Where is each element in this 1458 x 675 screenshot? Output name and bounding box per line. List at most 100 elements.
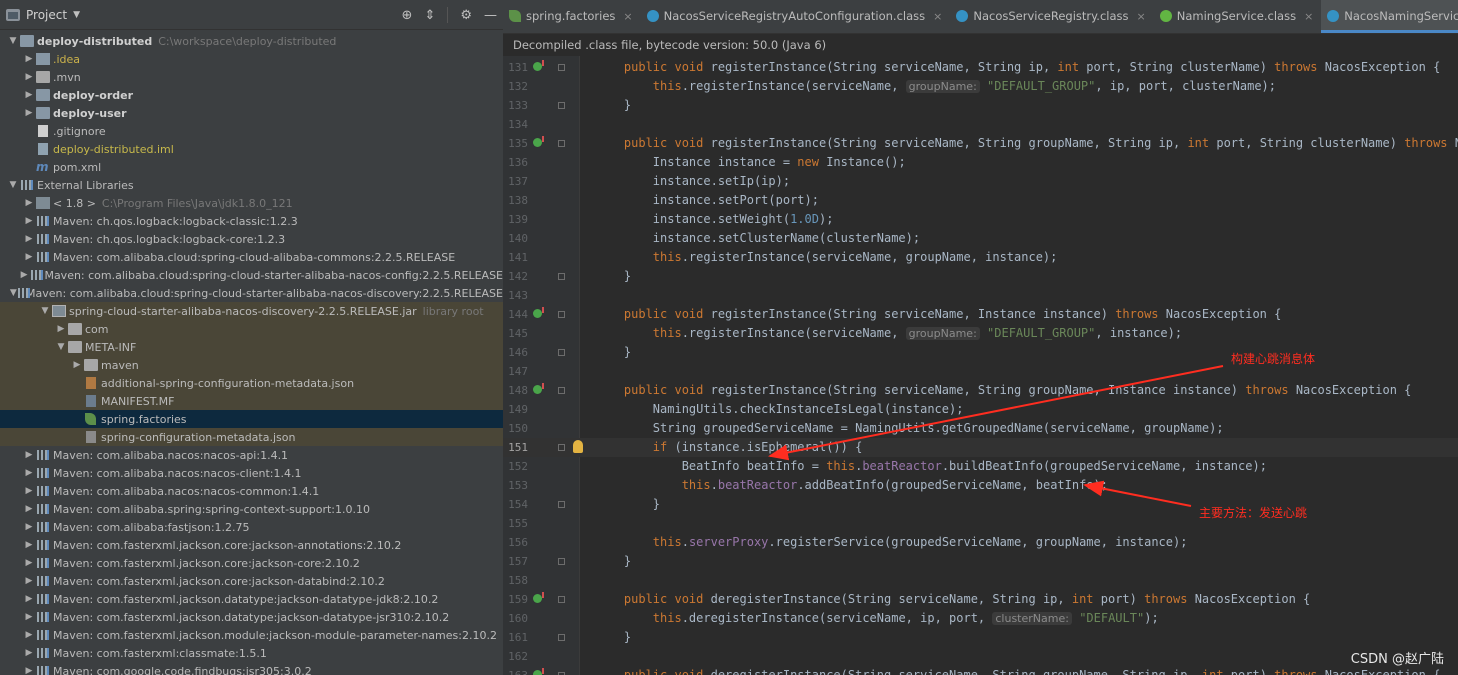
editor-tab[interactable]: NacosServiceRegistry.class × [950, 0, 1153, 33]
tree-item[interactable]: ▶ Maven: com.fasterxml.jackson.core:jacks… [0, 554, 503, 572]
close-icon[interactable]: × [623, 10, 632, 23]
tree-item[interactable]: deploy-distributed.iml [0, 140, 503, 158]
chevron-right-icon[interactable]: ▶ [22, 630, 36, 640]
tree-item[interactable]: ▶ Maven: com.fasterxml.jackson.datatype:j… [0, 590, 503, 608]
tree-item[interactable]: ▶ .mvn [0, 68, 503, 86]
tree-item[interactable]: ▶ Maven: com.alibaba:fastjson:1.2.75 [0, 518, 503, 536]
tree-item[interactable]: ▶ com [0, 320, 503, 338]
tree-item[interactable]: ▼ Maven: com.alibaba.cloud:spring-cloud-s… [0, 284, 503, 302]
chevron-right-icon[interactable]: ▶ [22, 486, 36, 496]
fold-marker-icon[interactable] [558, 444, 565, 451]
chevron-right-icon[interactable]: ▶ [54, 324, 68, 334]
chevron-down-icon[interactable]: ▼ [6, 36, 20, 46]
locate-icon[interactable]: ⊕ [402, 8, 413, 23]
editor-tab[interactable]: NamingService.class × [1154, 0, 1322, 33]
tree-item[interactable]: m pom.xml [0, 158, 503, 176]
implements-method-icon[interactable] [533, 592, 544, 603]
tree-item[interactable]: ▼ spring-cloud-starter-alibaba-nacos-disc… [0, 302, 503, 320]
chevron-right-icon[interactable]: ▶ [22, 648, 36, 658]
tree-item[interactable]: ▶ Maven: com.fasterxml.jackson.module:jac… [0, 626, 503, 644]
fold-marker-icon[interactable] [558, 102, 565, 109]
chevron-right-icon[interactable]: ▶ [22, 666, 36, 675]
tree-item[interactable]: ▼ META-INF [0, 338, 503, 356]
chevron-down-icon[interactable]: ▼ [6, 180, 20, 190]
fold-marker-icon[interactable] [558, 311, 565, 318]
tree-item[interactable]: ▶ Maven: com.alibaba.cloud:spring-cloud-a… [0, 248, 503, 266]
close-icon[interactable]: × [1304, 10, 1313, 23]
editor-tab[interactable]: NacosServiceRegistryAutoConfiguration.cl… [641, 0, 951, 33]
tree-item[interactable]: ▶ Maven: com.fasterxml.jackson.core:jacks… [0, 536, 503, 554]
chevron-right-icon[interactable]: ▶ [22, 90, 36, 100]
close-icon[interactable]: × [933, 10, 942, 23]
chevron-right-icon[interactable]: ▶ [70, 360, 84, 370]
fold-marker-icon[interactable] [558, 64, 565, 71]
tree-item[interactable]: ▶ Maven: com.alibaba.nacos:nacos-client:1… [0, 464, 503, 482]
project-view-selector[interactable]: Project [26, 8, 67, 22]
tree-item[interactable]: ▶ Maven: com.alibaba.nacos:nacos-api:1.4.… [0, 446, 503, 464]
tree-item[interactable]: additional-spring-configuration-metadata… [0, 374, 503, 392]
chevron-down-icon[interactable]: ▼ [38, 306, 52, 316]
chevron-right-icon[interactable]: ▶ [22, 612, 36, 622]
chevron-right-icon[interactable]: ▶ [18, 270, 30, 280]
implements-method-icon[interactable] [533, 60, 544, 71]
tree-item[interactable]: ▶ maven [0, 356, 503, 374]
chevron-right-icon[interactable]: ▶ [22, 216, 36, 226]
tree-item[interactable]: ▶ Maven: com.alibaba.cloud:spring-cloud-s… [0, 266, 503, 284]
collapse-all-icon[interactable]: ⇕ [424, 8, 435, 23]
lightbulb-icon[interactable] [573, 440, 583, 453]
fold-marker-icon[interactable] [558, 596, 565, 603]
minimize-icon[interactable]: — [484, 8, 497, 23]
tree-item[interactable]: ▶ Maven: com.fasterxml:classmate:1.5.1 [0, 644, 503, 662]
tree-item[interactable]: .gitignore [0, 122, 503, 140]
tree-item[interactable]: ▼ deploy-distributed C:\workspace\deploy-d… [0, 32, 503, 50]
chevron-right-icon[interactable]: ▶ [22, 594, 36, 604]
chevron-down-icon[interactable]: ▼ [10, 288, 17, 298]
chevron-right-icon[interactable]: ▶ [22, 504, 36, 514]
chevron-right-icon[interactable]: ▶ [22, 576, 36, 586]
fold-marker-icon[interactable] [558, 273, 565, 280]
editor-tab[interactable]: NacosNamingService.class× [1321, 0, 1458, 33]
tree-item[interactable]: spring-configuration-metadata.json [0, 428, 503, 446]
tree-item[interactable]: ▶ < 1.8 > C:\Program Files\Java\jdk1.8.0_1… [0, 194, 503, 212]
gear-icon[interactable]: ⚙ [460, 8, 472, 23]
fold-marker-icon[interactable] [558, 349, 565, 356]
chevron-right-icon[interactable]: ▶ [22, 198, 36, 208]
chevron-right-icon[interactable]: ▶ [22, 468, 36, 478]
chevron-right-icon[interactable]: ▶ [22, 522, 36, 532]
chevron-right-icon[interactable]: ▶ [22, 108, 36, 118]
tree-item[interactable]: ▶ Maven: ch.qos.logback:logback-classic:1… [0, 212, 503, 230]
implements-method-icon[interactable] [533, 307, 544, 318]
chevron-down-icon[interactable]: ▼ [54, 342, 68, 352]
chevron-right-icon[interactable]: ▶ [22, 540, 36, 550]
editor-tab[interactable]: spring.factories × [503, 0, 641, 33]
close-icon[interactable]: × [1137, 10, 1146, 23]
tree-item[interactable]: ▶ Maven: com.fasterxml.jackson.datatype:j… [0, 608, 503, 626]
tree-item[interactable]: MANIFEST.MF [0, 392, 503, 410]
implements-method-icon[interactable] [533, 136, 544, 147]
chevron-right-icon[interactable]: ▶ [22, 72, 36, 82]
tree-item[interactable]: ▶ deploy-order [0, 86, 503, 104]
tree-item[interactable]: ▶ Maven: com.alibaba.spring:spring-contex… [0, 500, 503, 518]
library-icon [36, 665, 50, 675]
chevron-right-icon[interactable]: ▶ [22, 450, 36, 460]
tree-item[interactable]: spring.factories [0, 410, 503, 428]
tree-item[interactable]: ▶ Maven: ch.qos.logback:logback-core:1.2.… [0, 230, 503, 248]
tree-item[interactable]: ▶ deploy-user [0, 104, 503, 122]
tree-item[interactable]: ▶ Maven: com.alibaba.nacos:nacos-common:1… [0, 482, 503, 500]
chevron-right-icon[interactable]: ▶ [22, 252, 36, 262]
chevron-right-icon[interactable]: ▶ [22, 54, 36, 64]
fold-marker-icon[interactable] [558, 501, 565, 508]
chevron-right-icon[interactable]: ▶ [22, 558, 36, 568]
implements-method-icon[interactable] [533, 668, 544, 675]
tree-item[interactable]: ▶ Maven: com.google.code.findbugs:jsr305:… [0, 662, 503, 675]
tree-item[interactable]: ▶ .idea [0, 50, 503, 68]
fold-marker-icon[interactable] [558, 387, 565, 394]
tree-item[interactable]: ▶ Maven: com.fasterxml.jackson.core:jacks… [0, 572, 503, 590]
fold-marker-icon[interactable] [558, 634, 565, 641]
fold-marker-icon[interactable] [558, 558, 565, 565]
chevron-right-icon[interactable]: ▶ [22, 234, 36, 244]
chevron-down-icon[interactable]: ▼ [73, 10, 80, 20]
tree-item[interactable]: ▼ External Libraries [0, 176, 503, 194]
fold-marker-icon[interactable] [558, 140, 565, 147]
implements-method-icon[interactable] [533, 383, 544, 394]
